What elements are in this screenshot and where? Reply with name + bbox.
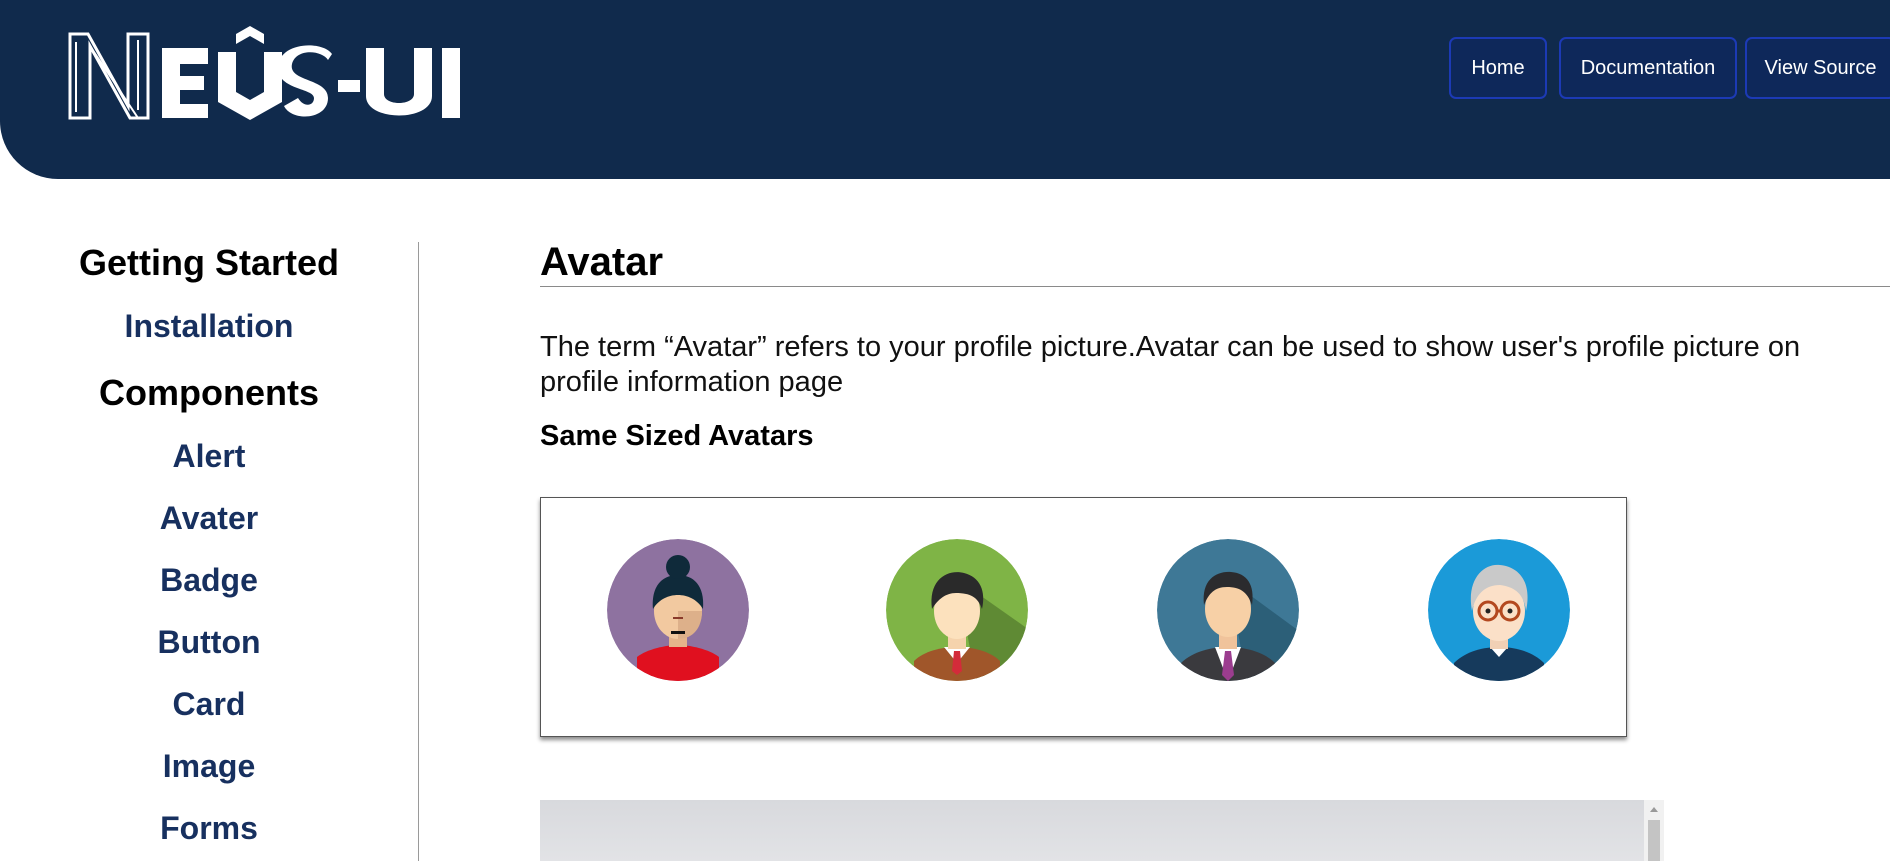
sidebar-heading-getting-started: Getting Started xyxy=(78,242,339,283)
woman-avatar-icon xyxy=(607,539,749,681)
sidebar-item-forms[interactable]: Forms xyxy=(0,810,418,847)
avatar-demo-box xyxy=(540,497,1627,737)
nav-home-button[interactable]: Home xyxy=(1449,37,1547,99)
sidebar-item-badge[interactable]: Badge xyxy=(0,562,418,599)
site-header: Home Documentation View Source xyxy=(0,0,1890,179)
nav-documentation-button[interactable]: Documentation xyxy=(1559,37,1737,99)
page-title: Avatar xyxy=(540,240,664,284)
sidebar-item-image[interactable]: Image xyxy=(0,748,418,785)
sidebar-item-button[interactable]: Button xyxy=(0,624,418,661)
code-panel-scroll-thumb[interactable] xyxy=(1648,820,1660,861)
neus-ui-logo[interactable] xyxy=(66,22,498,127)
old-man-avatar-icon xyxy=(1428,539,1570,681)
sidebar: Getting Started Installation Components … xyxy=(0,236,418,861)
scroll-up-arrow-icon[interactable] xyxy=(1648,803,1660,815)
sidebar-item-installation[interactable]: Installation xyxy=(0,308,418,345)
sidebar-item-card[interactable]: Card xyxy=(0,686,418,723)
code-preview-panel[interactable] xyxy=(540,800,1664,861)
title-divider xyxy=(540,286,1890,287)
young-man-avatar-icon xyxy=(886,539,1028,681)
businessman-avatar-icon xyxy=(1157,539,1299,681)
sidebar-divider xyxy=(418,242,419,861)
sidebar-heading-components: Components xyxy=(99,372,319,413)
intro-paragraph: The term “Avatar” refers to your profile… xyxy=(540,331,1801,398)
section-heading-same-sized: Same Sized Avatars xyxy=(540,420,814,452)
sidebar-item-alert[interactable]: Alert xyxy=(0,438,418,475)
nav-view-source-button[interactable]: View Source xyxy=(1745,37,1890,99)
sidebar-item-avater[interactable]: Avater xyxy=(0,500,418,537)
